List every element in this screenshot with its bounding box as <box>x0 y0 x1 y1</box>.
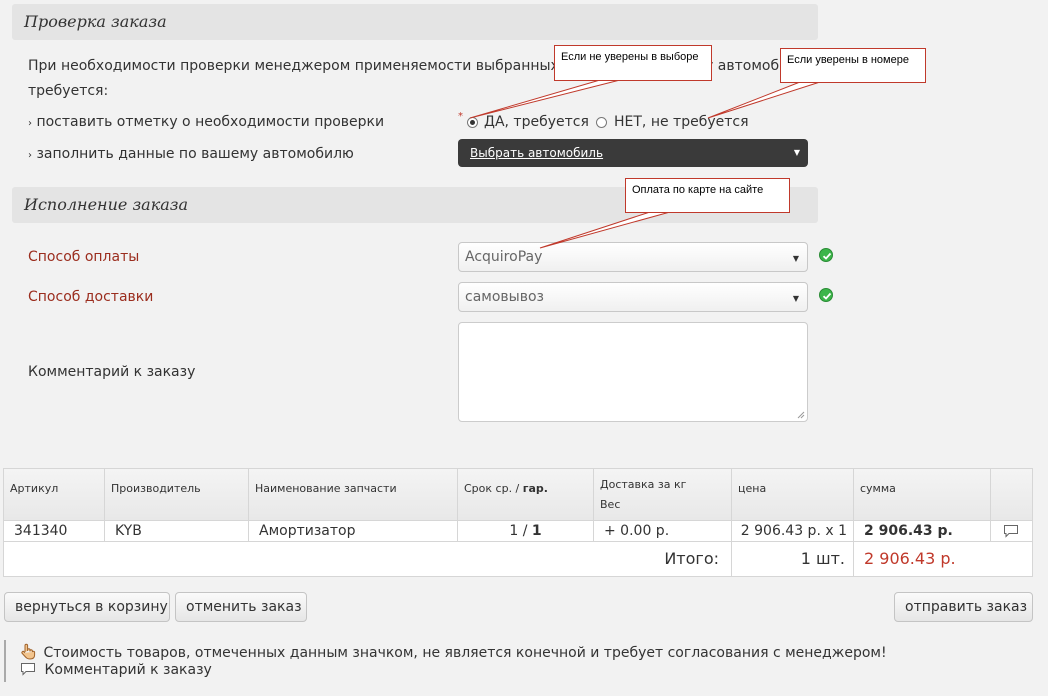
callout-payment-text: Оплата по карте на сайте <box>632 184 764 196</box>
cell-article: 341340 <box>4 521 105 542</box>
table-header-row: Артикул Производитель Наименование запча… <box>4 469 1032 521</box>
back-to-cart-button[interactable]: вернуться в корзину <box>4 592 170 622</box>
cancel-order-button[interactable]: отменить заказ <box>175 592 307 622</box>
header-sum: сумма <box>854 469 991 521</box>
hand-pointer-icon <box>21 643 36 660</box>
callout-pointer-unsure <box>469 79 621 119</box>
speech-bubble-icon <box>21 663 35 676</box>
table-total-row: Итого: 1 шт. 2 906.43 р. <box>4 542 1032 576</box>
note-hand: Стоимость товаров, отмеченных данным зна… <box>20 643 887 661</box>
note-hand-text: Стоимость товаров, отмеченных данным зна… <box>43 645 887 661</box>
header-price: цена <box>732 469 854 521</box>
cell-term-value: 1 / <box>509 523 528 539</box>
total-sum: 2 906.43 р. <box>864 549 956 568</box>
header-delivery: Доставка за кг Вес <box>594 469 732 521</box>
callout-payment: Оплата по карте на сайте <box>625 178 790 213</box>
submit-order-button[interactable]: отправить заказ <box>894 592 1033 622</box>
header-term-warranty: гар. <box>522 482 548 495</box>
header-article: Артикул <box>4 469 105 521</box>
cell-sum: 2 906.43 р. <box>854 521 991 542</box>
header-term-label: Срок ср. / <box>464 482 520 495</box>
header-weight-label: Вес <box>600 498 621 511</box>
header-actions <box>991 469 1032 521</box>
cell-maker: KYB <box>105 521 249 542</box>
callout-sure-text: Если уверены в номере <box>787 54 909 66</box>
header-term: Срок ср. / гар. <box>458 469 594 521</box>
cell-actions <box>991 521 1032 542</box>
total-label: Итого: <box>4 542 732 576</box>
order-table: Артикул Производитель Наименование запча… <box>3 468 1033 577</box>
cell-term-warranty: 1 <box>531 523 542 539</box>
header-delivery-label: Доставка за кг <box>600 478 687 491</box>
cell-price: 2 906.43 р. x 1 <box>732 521 854 542</box>
callout-pointer-payment <box>539 211 671 249</box>
callout-sure: Если уверены в номере <box>780 48 926 83</box>
callout-pointer-sure <box>707 81 821 119</box>
cell-term: 1 / 1 <box>458 521 594 542</box>
header-maker: Производитель <box>105 469 249 521</box>
note-comment: Комментарий к заказу <box>20 662 212 678</box>
callout-unsure: Если не уверены в выборе <box>554 45 712 81</box>
callout-unsure-text: Если не уверены в выборе <box>561 51 699 63</box>
total-qty: 1 шт. <box>732 542 854 576</box>
notes-divider <box>4 640 6 682</box>
note-comment-text: Комментарий к заказу <box>44 662 212 678</box>
speech-bubble-icon[interactable] <box>1003 524 1019 538</box>
table-row: 341340 KYB Амортизатор 1 / 1 + 0.00 р. 2… <box>4 521 1032 542</box>
cell-delivery: + 0.00 р. <box>594 521 732 542</box>
cell-name: Амортизатор <box>249 521 458 542</box>
header-name: Наименование запчасти <box>249 469 458 521</box>
